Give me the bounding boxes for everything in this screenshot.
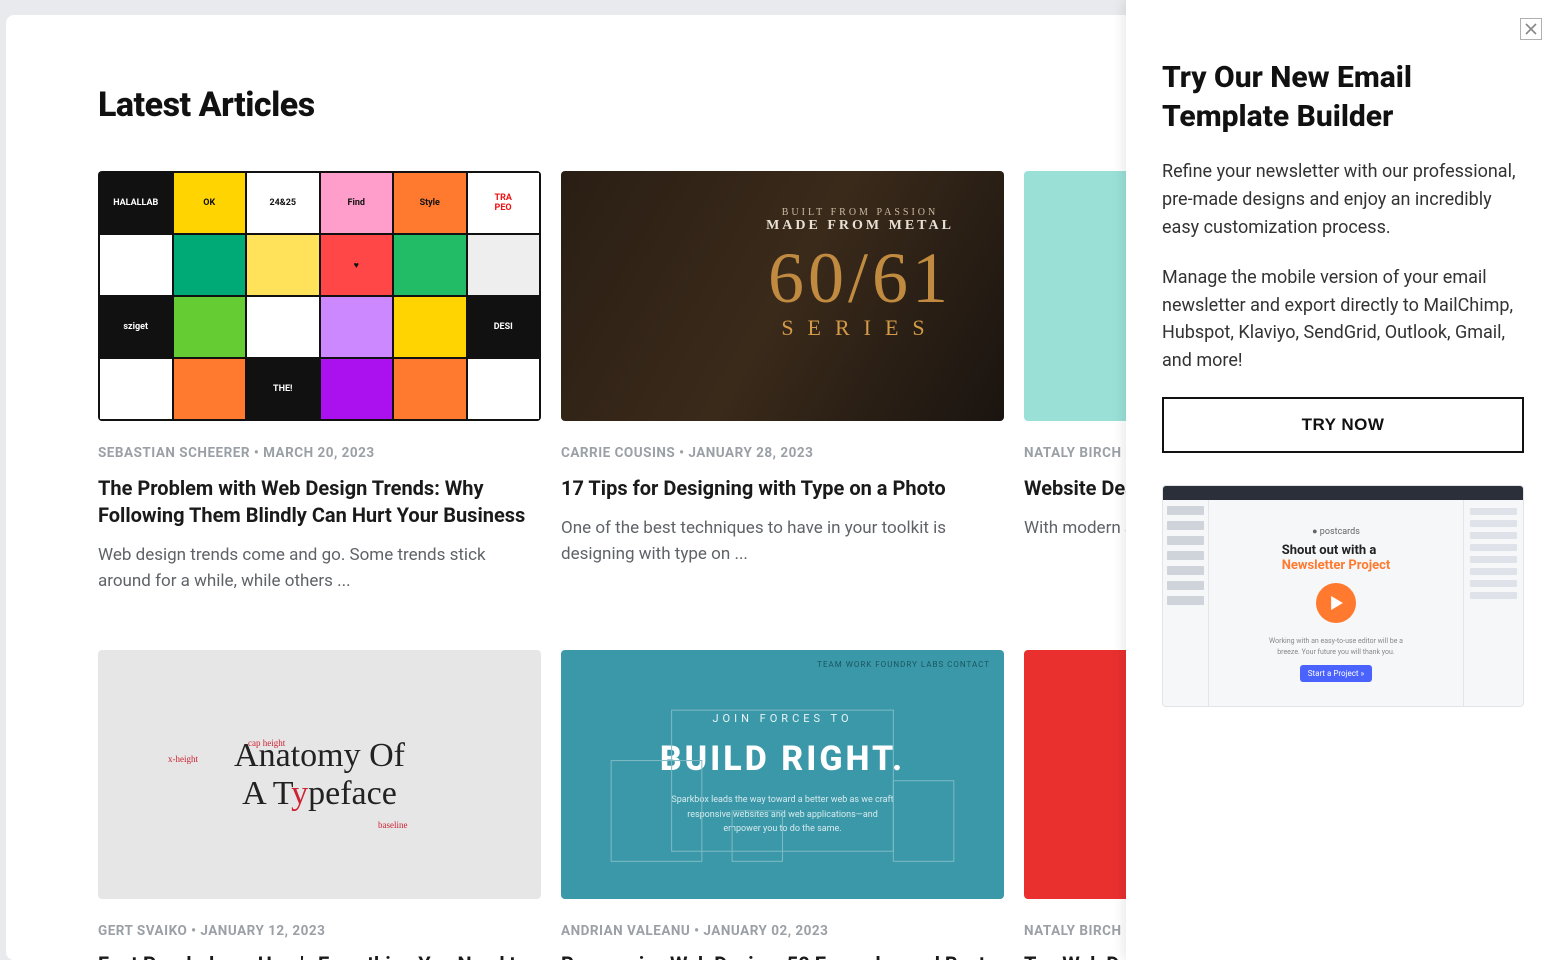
article-meta: GERT SVAIKO • JANUARY 12, 2023 — [98, 923, 541, 939]
article-date: JANUARY 02, 2023 — [703, 923, 828, 939]
art-text: BUILT FROM PASSION — [740, 207, 980, 218]
article-title[interactable]: Responsive Web Design: 50 Examples and B… — [561, 951, 1004, 960]
promo-modal: Try Our New Email Template Builder Refin… — [1126, 0, 1560, 960]
art-text: TEAM WORK FOUNDRY LABS CONTACT — [817, 660, 990, 669]
article-author: NATALY BIRCH — [1024, 923, 1121, 939]
promo-body: ● postcards Shout out with aNewsletter P… — [1163, 500, 1523, 707]
article-title[interactable]: The Problem with Web Design Trends: Why … — [98, 475, 541, 529]
promo-brand: ● postcards — [1312, 526, 1360, 537]
article-thumb: Anatomy Of A Typeface cap height baselin… — [98, 650, 541, 899]
article-thumb: HALALLABOK24&25FindStyleTRAPEO ♥ sziget … — [98, 171, 541, 421]
article-title[interactable]: Font Psychology: Here's Everything You N… — [98, 951, 541, 960]
article-card[interactable]: Anatomy Of A Typeface cap height baselin… — [98, 650, 541, 960]
promo-image[interactable]: ● postcards Shout out with aNewsletter P… — [1162, 485, 1524, 707]
promo-text: Working with an easy-to-use editor will … — [1269, 637, 1403, 646]
modal-heading: Try Our New Email Template Builder — [1162, 58, 1524, 136]
article-author: NATALY BIRCH — [1024, 445, 1121, 461]
series-art: BUILT FROM PASSION MADE FROM METAL 60/61… — [740, 207, 980, 341]
typography-art: Anatomy Of A Typeface cap height baselin… — [234, 737, 405, 813]
article-author: GERT SVAIKO — [98, 923, 187, 939]
play-icon — [1330, 596, 1344, 610]
article-author: ANDRIAN VALEANU — [561, 923, 690, 939]
article-thumb: TEAM WORK FOUNDRY LABS CONTACT JOIN FORC… — [561, 650, 1004, 899]
article-card[interactable]: HALALLABOK24&25FindStyleTRAPEO ♥ sziget … — [98, 171, 541, 594]
article-excerpt: One of the best techniques to have in yo… — [561, 516, 1004, 567]
promo-panel — [1463, 500, 1523, 707]
close-icon — [1525, 23, 1537, 35]
article-card[interactable]: TEAM WORK FOUNDRY LABS CONTACT JOIN FORC… — [561, 650, 1004, 960]
play-button[interactable] — [1316, 583, 1356, 623]
article-card[interactable]: BUILT FROM PASSION MADE FROM METAL 60/61… — [561, 171, 1004, 594]
article-date: JANUARY 28, 2023 — [688, 445, 813, 461]
article-meta: CARRIE COUSINS • JANUARY 28, 2023 — [561, 445, 1004, 461]
promo-start-button[interactable]: Start a Project » — [1300, 665, 1373, 682]
article-meta: ANDRIAN VALEANU • JANUARY 02, 2023 — [561, 923, 1004, 939]
close-button[interactable] — [1520, 18, 1542, 40]
article-meta: SEBASTIAN SCHEERER • MARCH 20, 2023 — [98, 445, 541, 461]
collage-art: HALALLABOK24&25FindStyleTRAPEO ♥ sziget … — [98, 171, 541, 421]
modal-paragraph: Manage the mobile version of your email … — [1162, 264, 1524, 376]
article-excerpt: Web design trends come and go. Some tren… — [98, 543, 541, 594]
promo-text: breeze. Your future you will thank you. — [1277, 648, 1395, 657]
promo-topbar — [1163, 486, 1523, 500]
article-date: MARCH 20, 2023 — [263, 445, 375, 461]
modal-paragraph: Refine your newsletter with our professi… — [1162, 158, 1524, 242]
art-text: MADE FROM METAL — [740, 218, 980, 234]
devices-outline — [591, 690, 974, 871]
promo-main: ● postcards Shout out with aNewsletter P… — [1209, 500, 1463, 707]
promo-headline: Shout out with aNewsletter Project — [1282, 543, 1391, 573]
try-now-button[interactable]: TRY NOW — [1162, 397, 1524, 453]
article-author: SEBASTIAN SCHEERER — [98, 445, 250, 461]
art-text: SERIES — [740, 315, 980, 341]
article-author: CARRIE COUSINS — [561, 445, 675, 461]
promo-sidebar — [1163, 500, 1209, 707]
art-text: A Typeface — [234, 775, 405, 813]
article-thumb: BUILT FROM PASSION MADE FROM METAL 60/61… — [561, 171, 1004, 421]
article-title[interactable]: 17 Tips for Designing with Type on a Pho… — [561, 475, 1004, 502]
art-text: 60/61 — [740, 246, 980, 311]
article-date: JANUARY 12, 2023 — [200, 923, 325, 939]
